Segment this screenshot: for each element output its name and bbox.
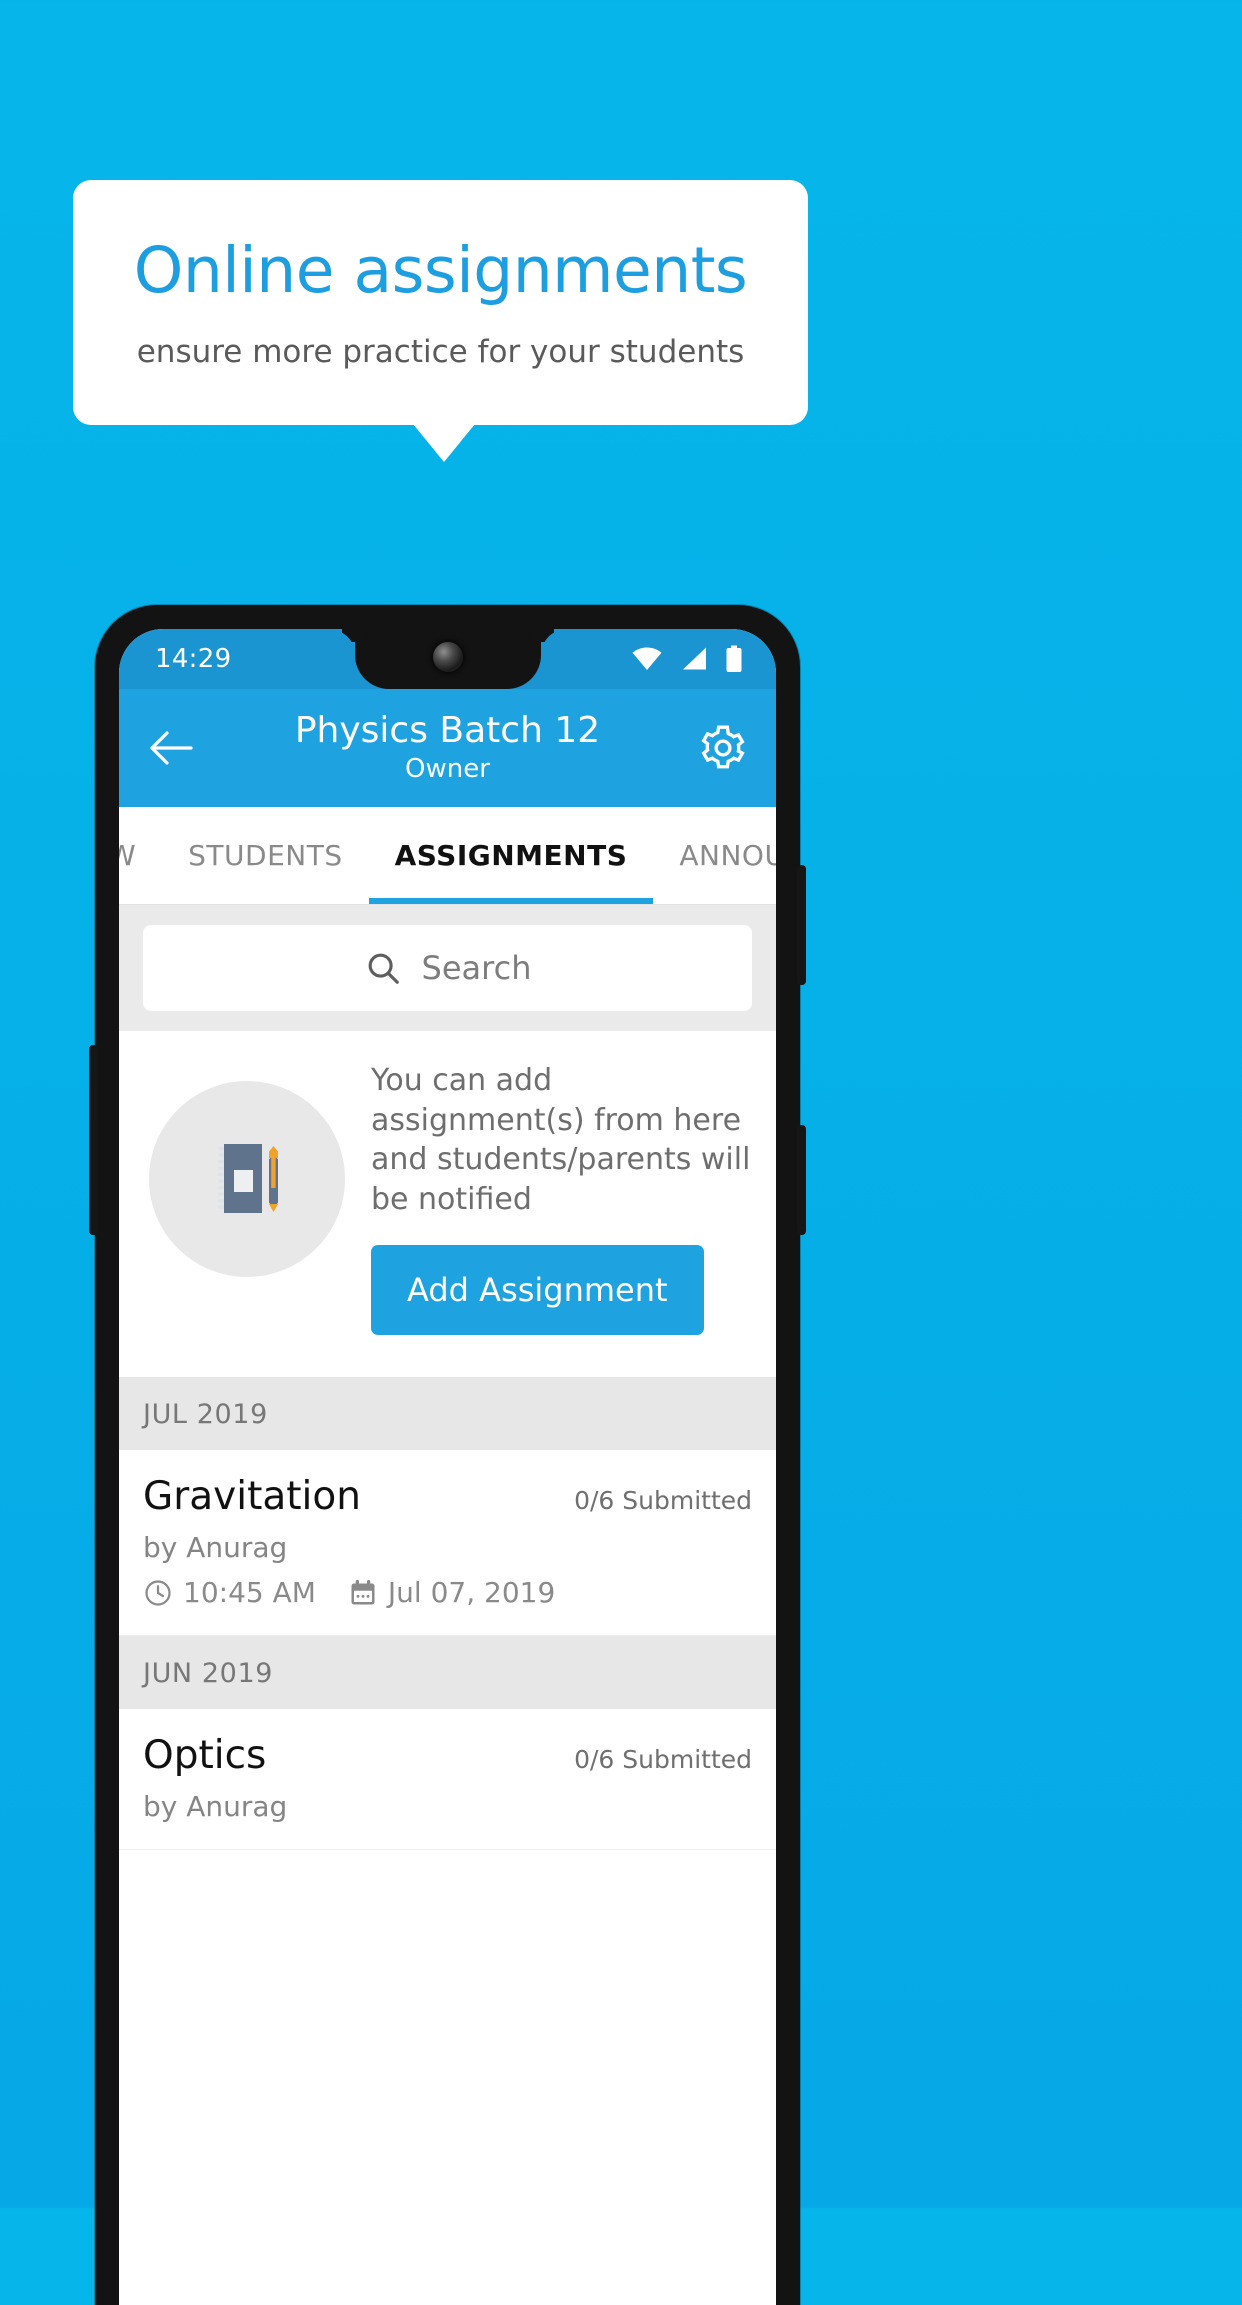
notebook-pen-icon (149, 1081, 345, 1277)
assignment-submitted-count: 0/6 Submitted (574, 1745, 752, 1775)
promo-subtitle: ensure more practice for your students (136, 334, 745, 370)
phone-screen: 14:29 Physics Batch 12 Owner STUDENTS AS… (119, 629, 776, 2305)
assignment-title: Gravitation (143, 1474, 361, 1520)
empty-state-card: You can add assignment(s) from here and … (119, 1031, 776, 1378)
month-header-jun: JUN 2019 (119, 1636, 776, 1710)
assignment-row[interactable]: Optics 0/6 Submitted by Anurag (119, 1709, 776, 1851)
assignment-time: 10:45 AM (183, 1576, 316, 1610)
search-icon (364, 949, 402, 987)
app-bar-titles: Physics Batch 12 Owner (119, 709, 776, 785)
phone-device-frame: 14:29 Physics Batch 12 Owner STUDENTS AS… (89, 605, 806, 2305)
empty-state-message: You can add assignment(s) from here and … (371, 1063, 751, 1217)
add-assignment-button[interactable]: Add Assignment (371, 1245, 704, 1336)
tab-announcements[interactable]: ANNOUNCEMENTS (653, 807, 776, 904)
search-placeholder: Search (421, 949, 532, 987)
assignment-date: Jul 07, 2019 (387, 1576, 556, 1610)
app-bar: Physics Batch 12 Owner (119, 689, 776, 807)
tab-assignments[interactable]: ASSIGNMENTS (368, 807, 654, 904)
search-section: Search (119, 905, 776, 1031)
calendar-icon (348, 1578, 378, 1608)
front-camera-icon (432, 642, 463, 672)
assignment-meta: 10:45 AM Jul 07, 2019 (143, 1576, 752, 1609)
page-subtitle: Owner (405, 754, 490, 785)
month-header-jul: JUL 2019 (119, 1377, 776, 1451)
signal-icon (681, 647, 707, 671)
page-title: Physics Batch 12 (294, 709, 601, 751)
promo-title: Online assignments (133, 234, 748, 307)
volume-button[interactable] (89, 1045, 98, 1235)
assignment-row-top: Gravitation 0/6 Submitted (143, 1474, 752, 1519)
status-bar-time: 14:29 (155, 644, 232, 674)
empty-state-content: You can add assignment(s) from here and … (371, 1061, 752, 1336)
assignment-author: by Anurag (143, 1790, 288, 1824)
wifi-icon (632, 647, 662, 671)
battery-icon (726, 645, 742, 673)
assignment-author: by Anurag (143, 1531, 288, 1565)
promo-callout-card: Online assignments ensure more practice … (73, 180, 808, 425)
assignment-row-top: Optics 0/6 Submitted (143, 1733, 752, 1778)
tab-overview[interactable]: IEW (119, 807, 162, 904)
search-input[interactable]: Search (143, 925, 752, 1011)
gear-icon[interactable] (698, 723, 748, 773)
promo-callout-tail (413, 424, 475, 462)
assignment-row[interactable]: Gravitation 0/6 Submitted by Anurag 10:4… (119, 1450, 776, 1637)
assignment-title: Optics (143, 1733, 267, 1779)
power-button[interactable] (797, 865, 806, 985)
secondary-side-button[interactable] (797, 1125, 806, 1235)
clock-icon (143, 1578, 173, 1608)
tab-students[interactable]: STUDENTS (162, 807, 368, 904)
tab-bar[interactable]: IEW STUDENTS ASSIGNMENTS ANNOUNCEMENTS (119, 807, 776, 905)
assignment-submitted-count: 0/6 Submitted (574, 1486, 752, 1516)
status-bar-icons (632, 645, 742, 673)
